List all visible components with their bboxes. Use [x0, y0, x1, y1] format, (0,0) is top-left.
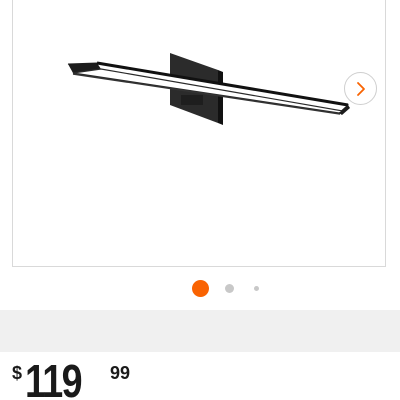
product-image-gallery[interactable]: [12, 0, 386, 267]
chevron-right-icon: [356, 81, 365, 96]
price-cents: 99: [110, 363, 131, 383]
price-dollars: 119: [25, 355, 83, 400]
next-image-button[interactable]: [344, 72, 377, 105]
mounting-plate-edge: [218, 70, 223, 125]
price-currency-symbol: $: [12, 363, 23, 383]
product-page: $ 119 99: [0, 0, 400, 400]
carousel-pagination: [0, 280, 400, 298]
carousel-dot-1[interactable]: [192, 280, 209, 297]
carousel-dot-3[interactable]: [254, 286, 259, 291]
section-divider: [0, 310, 400, 352]
vanity-light-bar-image: [67, 53, 350, 125]
mount-connector: [181, 95, 203, 105]
carousel-dot-2[interactable]: [225, 284, 234, 293]
